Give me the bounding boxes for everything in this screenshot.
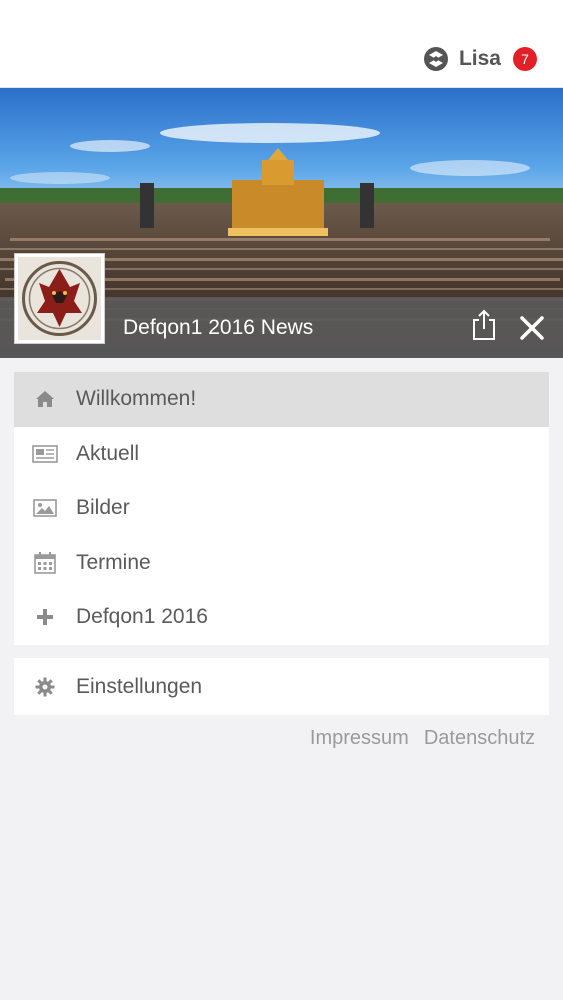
page-title: Defqon1 2016 News <box>123 316 314 339</box>
menu-item-label: Einstellungen <box>76 674 203 698</box>
gear-icon <box>35 677 55 696</box>
menu-item-termine[interactable]: Termine <box>14 536 549 591</box>
menu-item-defqon1-2016[interactable]: Defqon1 2016 <box>14 590 549 645</box>
app-logo-icon <box>423 47 448 71</box>
impressum-link[interactable]: Impressum <box>310 727 409 750</box>
image-icon <box>33 499 57 518</box>
notification-badge[interactable]: 7 <box>513 47 537 71</box>
calendar-icon <box>34 551 56 574</box>
menu-item-label: Termine <box>76 550 151 574</box>
event-logo-avatar <box>14 253 105 344</box>
user-account-chip[interactable]: Lisa 7 <box>423 42 537 76</box>
menu-item-willkommen[interactable]: Willkommen! <box>14 372 549 427</box>
dragon-logo-icon <box>18 257 101 340</box>
close-button[interactable] <box>514 310 550 346</box>
plus-icon <box>37 609 53 626</box>
share-icon <box>473 309 495 340</box>
menu-item-label: Defqon1 2016 <box>76 605 208 629</box>
menu-item-einstellungen[interactable]: Einstellungen <box>14 658 549 715</box>
share-button[interactable] <box>466 306 502 344</box>
top-bar: Lisa 7 <box>0 0 563 88</box>
footer-links: Impressum Datenschutz <box>310 727 535 750</box>
menu-item-label: Bilder <box>76 496 130 520</box>
settings-menu: Einstellungen <box>14 658 549 715</box>
menu-item-aktuell[interactable]: Aktuell <box>14 427 549 482</box>
close-icon <box>520 316 544 340</box>
menu-item-bilder[interactable]: Bilder <box>14 481 549 536</box>
home-icon <box>36 391 54 408</box>
user-name: Lisa <box>458 47 501 70</box>
menu-item-label: Aktuell <box>76 441 140 465</box>
datenschutz-link[interactable]: Datenschutz <box>424 727 535 750</box>
newspaper-icon <box>32 444 58 463</box>
menu-item-label: Willkommen! <box>76 387 197 411</box>
main-menu: Willkommen! Aktuell Bilder Termine Defqo… <box>14 372 549 645</box>
